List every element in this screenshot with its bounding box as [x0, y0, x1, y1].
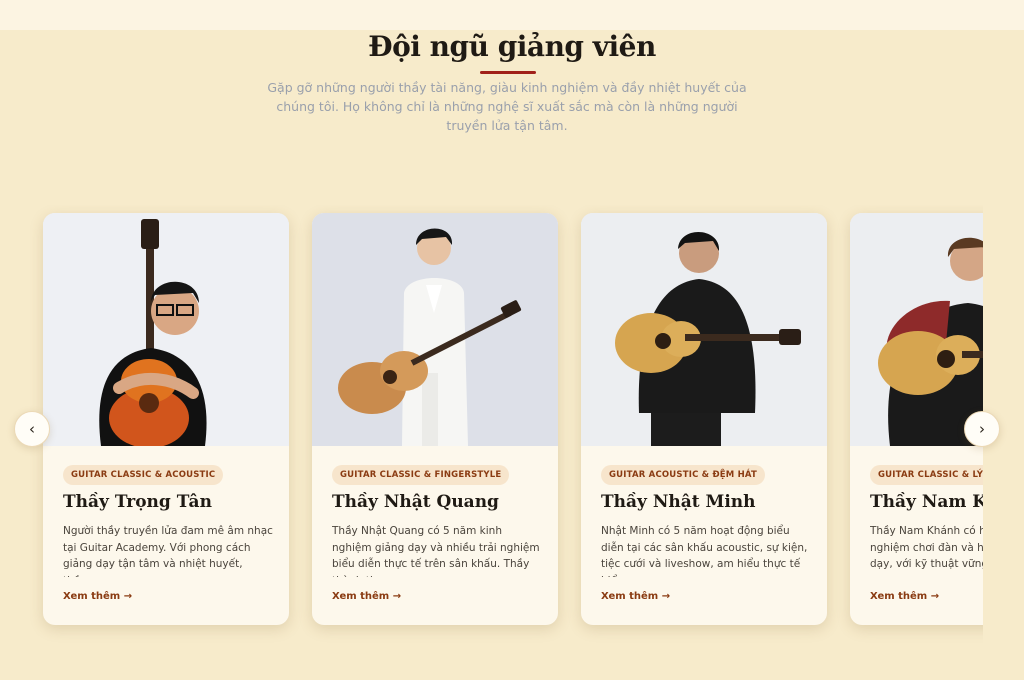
teacher-photo-graphic	[850, 213, 983, 446]
teacher-card[interactable]: GUITAR CLASSIC & ACOUSTIC Thầy Trọng Tân…	[43, 213, 289, 625]
teacher-photo	[850, 213, 983, 446]
section-title: Đội ngũ giảng viên	[368, 30, 656, 63]
teacher-name: Thầy Trọng Tân	[63, 492, 212, 512]
specialty-tag: GUITAR ACOUSTIC & ĐỆM HÁT	[601, 465, 766, 485]
teacher-photo	[43, 213, 289, 446]
specialty-tag: GUITAR CLASSIC & FINGERSTYLE	[332, 465, 510, 485]
teacher-photo	[312, 213, 558, 446]
teacher-card[interactable]: GUITAR CLASSIC & FINGERSTYLE Thầy Nhật Q…	[312, 213, 558, 625]
section-subtitle: Gặp gỡ những người thầy tài năng, giàu k…	[267, 80, 747, 133]
read-more-link[interactable]: Xem thêm →	[332, 591, 401, 602]
chevron-right-icon: ›	[979, 420, 985, 438]
teacher-card[interactable]: GUITAR CLASSIC & LÝ THUYẾT Thầy Nam Khán…	[850, 213, 983, 625]
teacher-photo-graphic	[312, 213, 558, 446]
teacher-description: Thầy Nam Khánh có hơn 5 năm kinh nghiệm …	[870, 525, 983, 570]
teacher-name: Thầy Nam Khánh	[870, 492, 983, 512]
teacher-name: Thầy Nhật Minh	[601, 492, 756, 512]
teacher-card[interactable]: GUITAR ACOUSTIC & ĐỆM HÁT Thầy Nhật Minh…	[581, 213, 827, 625]
read-more-link[interactable]: Xem thêm →	[63, 591, 132, 602]
carousel-next-button[interactable]: ›	[964, 411, 1000, 447]
teacher-photo	[581, 213, 827, 446]
read-more-link[interactable]: Xem thêm →	[870, 591, 939, 602]
specialty-tag: GUITAR CLASSIC & LÝ THUYẾT	[870, 465, 983, 485]
teacher-description: Người thầy truyền lửa đam mê âm nhạc tại…	[63, 525, 273, 577]
teacher-description: Nhật Minh có 5 năm hoạt động biểu diễn t…	[601, 525, 808, 577]
teacher-name: Thầy Nhật Quang	[332, 492, 499, 512]
read-more-link[interactable]: Xem thêm →	[601, 591, 670, 602]
teacher-carousel[interactable]: GUITAR CLASSIC & ACOUSTIC Thầy Trọng Tân…	[30, 205, 983, 645]
specialty-tag: GUITAR CLASSIC & ACOUSTIC	[63, 465, 224, 485]
chevron-left-icon: ‹	[29, 420, 35, 438]
carousel-prev-button[interactable]: ‹	[14, 411, 50, 447]
teacher-description: Thầy Nhật Quang có 5 năm kinh nghiệm giả…	[332, 525, 540, 577]
teacher-photo-graphic	[581, 213, 827, 446]
top-header-strip	[0, 0, 1024, 30]
teacher-photo-graphic	[43, 213, 289, 446]
title-underline	[480, 71, 536, 74]
